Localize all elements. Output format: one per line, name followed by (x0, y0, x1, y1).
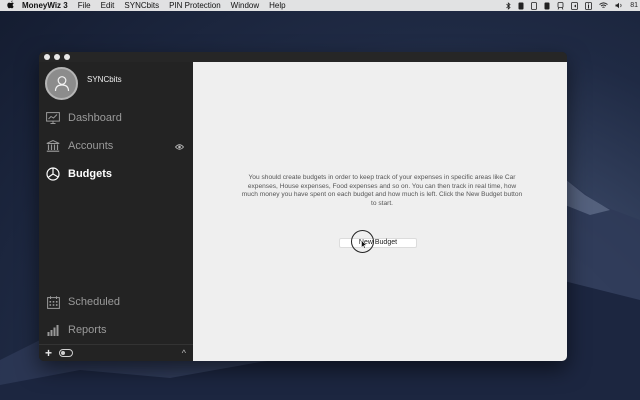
menu-help[interactable]: Help (269, 0, 285, 11)
menu-bar: MoneyWiz 3 File Edit SYNCbits PIN Protec… (0, 0, 640, 11)
app-window: SYNCbits Dashboard Accounts Budgets Sche… (39, 52, 567, 361)
toggle-knob (61, 351, 65, 355)
zoom-window-button[interactable] (64, 54, 70, 60)
sidebar-item-label: Scheduled (68, 296, 120, 308)
avatar[interactable] (45, 67, 78, 100)
sidebar-footer: + ^ (39, 344, 193, 361)
close-window-button[interactable] (44, 54, 50, 60)
profile-name: SYNCbits (87, 75, 122, 84)
battery-percent[interactable]: 81 (630, 0, 638, 11)
sidebar-item-scheduled[interactable]: Scheduled (39, 292, 193, 312)
sidebar-item-label: Dashboard (68, 112, 122, 124)
sidebar-item-label: Budgets (68, 168, 112, 180)
sidebar-item-label: Reports (68, 324, 107, 336)
wifi-icon[interactable] (599, 2, 608, 9)
sidebar: SYNCbits Dashboard Accounts Budgets Sche… (39, 62, 193, 361)
toggle-switch[interactable] (59, 349, 73, 357)
menu-syncbits[interactable]: SYNCbits (124, 0, 159, 11)
menu-app-name[interactable]: MoneyWiz 3 (22, 0, 68, 11)
eye-icon[interactable] (174, 141, 185, 153)
sidebar-item-label: Accounts (68, 140, 114, 152)
empty-state-message: You should create budgets in order to ke… (241, 174, 523, 208)
bank-icon (45, 139, 61, 153)
sound-icon[interactable] (571, 1, 579, 10)
battery-status-icon[interactable] (531, 1, 538, 10)
sidebar-item-reports[interactable]: Reports (39, 320, 193, 340)
train-icon[interactable] (557, 1, 564, 10)
collapse-caret-icon[interactable]: ^ (182, 346, 186, 360)
new-budget-button[interactable]: New Budget (339, 238, 417, 248)
pie-chart-icon (45, 167, 61, 181)
dashboard-icon (45, 111, 61, 125)
phone-icon[interactable] (518, 2, 524, 10)
status-area: 81 (506, 0, 638, 11)
user-icon (54, 76, 69, 92)
menu-window[interactable]: Window (231, 0, 259, 11)
menu-file[interactable]: File (78, 0, 91, 11)
sidebar-item-accounts[interactable]: Accounts (39, 136, 193, 156)
apple-menu-icon[interactable] (0, 0, 22, 12)
sidebar-item-dashboard[interactable]: Dashboard (39, 108, 193, 128)
touch-bar-icon[interactable] (544, 2, 550, 10)
bar-chart-icon (45, 323, 61, 337)
calendar-icon (45, 295, 61, 309)
info-icon[interactable] (585, 1, 593, 10)
sidebar-item-budgets[interactable]: Budgets (39, 164, 193, 184)
volume-icon[interactable] (615, 2, 623, 9)
menu-edit[interactable]: Edit (101, 0, 115, 11)
bluetooth-icon[interactable] (506, 1, 511, 10)
add-icon[interactable]: + (45, 346, 52, 360)
minimize-window-button[interactable] (54, 54, 60, 60)
profile-header[interactable]: SYNCbits (45, 67, 122, 100)
menu-pin-protection[interactable]: PIN Protection (169, 0, 221, 11)
window-titlebar[interactable] (39, 52, 567, 62)
budgets-panel: You should create budgets in order to ke… (193, 62, 567, 361)
